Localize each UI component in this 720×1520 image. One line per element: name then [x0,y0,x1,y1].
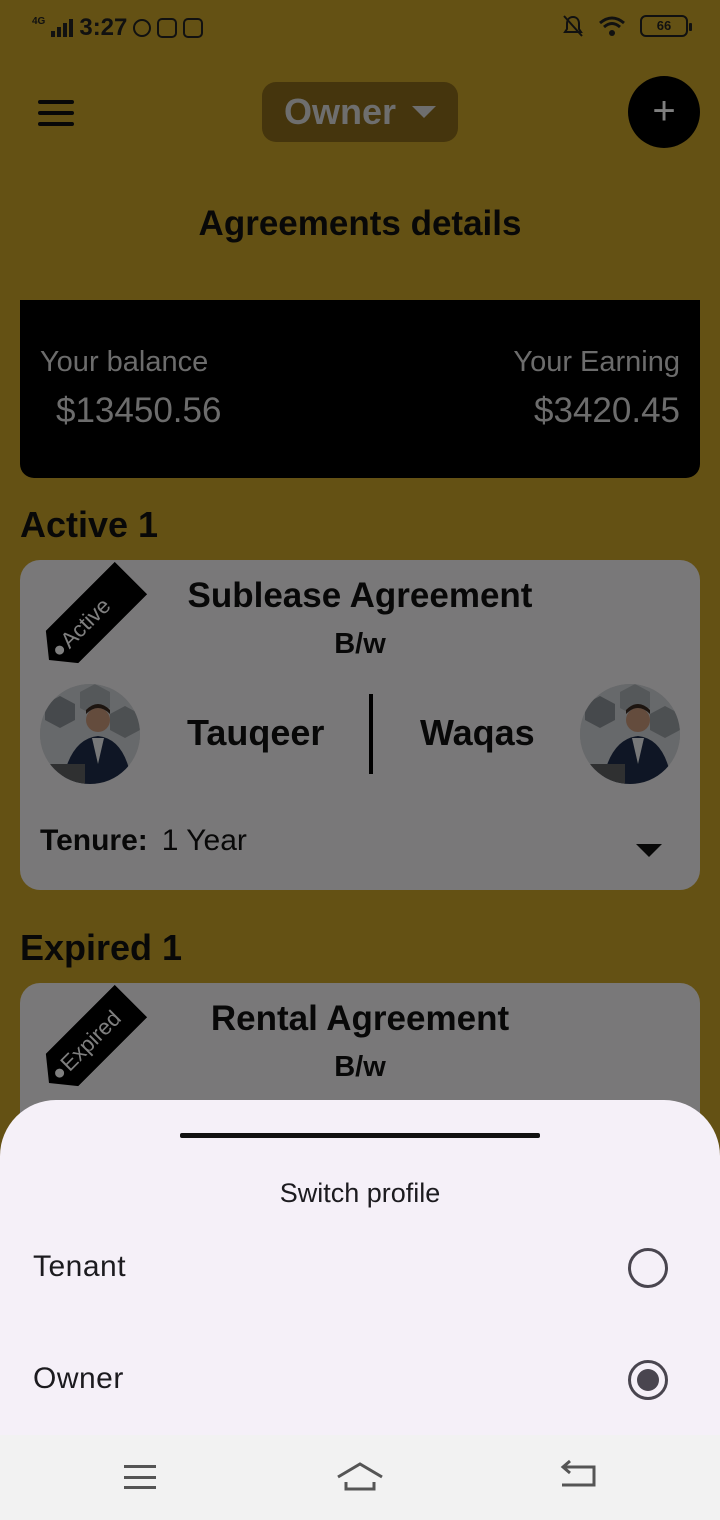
sheet-title: Switch profile [279,1178,441,1208]
nav-back-icon[interactable] [550,1455,610,1499]
nav-menu-icon[interactable] [110,1455,170,1499]
radio-owner[interactable] [628,1360,668,1400]
option-tenant[interactable]: Tenant [0,1218,720,1318]
switch-profile-sheet: Switch profile Tenant Owner [0,1100,720,1435]
option-label: Owner [33,1362,124,1395]
nav-home-icon[interactable] [330,1455,390,1499]
radio-tenant[interactable] [628,1248,668,1288]
system-nav-bar [0,1435,720,1520]
option-owner[interactable]: Owner [0,1330,720,1430]
sheet-drag-handle[interactable] [180,1133,540,1138]
option-label: Tenant [33,1250,127,1283]
